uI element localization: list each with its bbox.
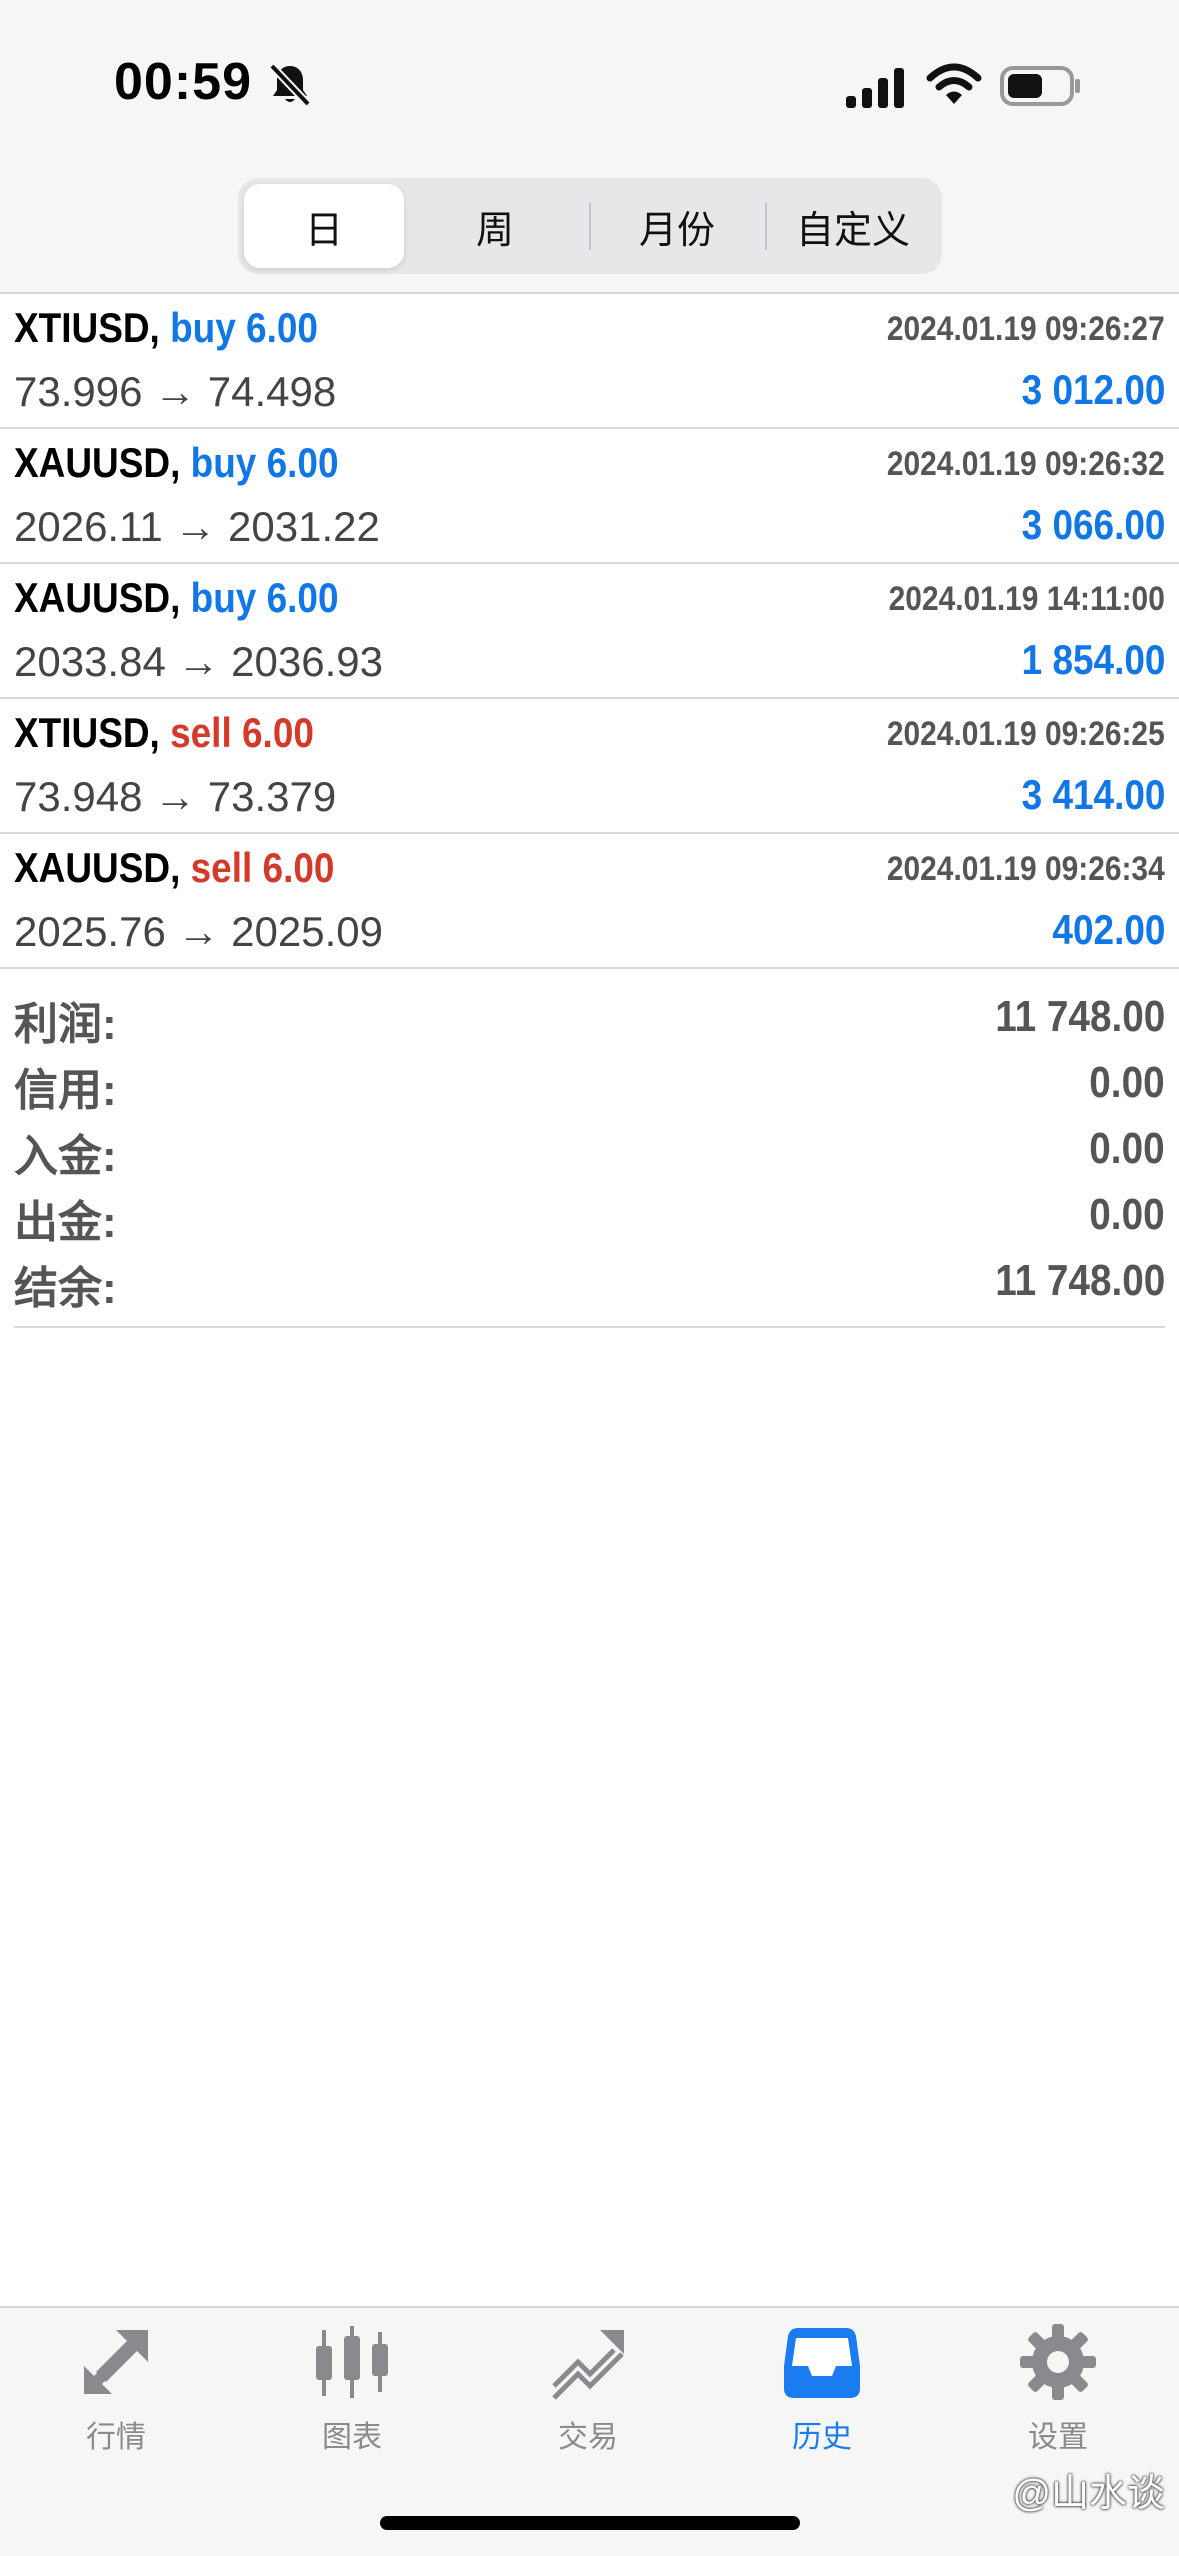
segment-day[interactable]: 日 [244,184,404,268]
period-segmented-control: 日 周 月份 自定义 [238,178,942,274]
summary-value: 11 748.00 [994,1256,1165,1305]
summary-row-profit: 利润: 11 748.00 [14,988,1165,1054]
trade-profit: 3 414.00 [1021,771,1165,818]
summary-label: 信用: [14,1066,117,1115]
tab-trade[interactable]: 交易 [508,2322,668,2472]
account-summary: 利润: 11 748.00 信用: 0.00 入金: 0.00 出金: 0.00… [14,968,1165,1328]
trade-profit: 3 012.00 [1021,366,1165,413]
summary-value: 0.00 [1089,1190,1165,1239]
summary-row-deposit: 入金: 0.00 [14,1120,1165,1186]
segment-month[interactable]: 月份 [594,184,760,268]
tab-settings[interactable]: 设置 [978,2322,1138,2472]
segment-custom[interactable]: 自定义 [770,184,936,268]
trade-row[interactable]: XTIUSD, sell 6.00 2024.01.19 09:26:25 73… [0,699,1179,834]
trade-prices: 2025.76 → 2025.09 [14,908,383,955]
trade-symbol-line: XTIUSD, sell 6.00 [14,709,314,757]
summary-value: 11 748.00 [994,992,1165,1041]
summary-label: 利润: [14,1000,117,1049]
quotes-arrows-icon [84,2330,148,2394]
trade-time: 2024.01.19 09:26:27 [887,310,1165,348]
trade-type: sell 6.00 [170,709,314,756]
trade-row[interactable]: XAUUSD, sell 6.00 2024.01.19 09:26:34 20… [0,834,1179,969]
summary-label: 出金: [14,1198,117,1247]
trade-time: 2024.01.19 09:26:25 [887,715,1165,753]
summary-label: 入金: [14,1132,117,1181]
header: 00:59 日 周 月份 自定义 [0,0,1179,294]
gear-icon [1020,2324,1096,2400]
trade-trend-icon [552,2330,624,2400]
trade-row[interactable]: XAUUSD, buy 6.00 2024.01.19 14:11:00 203… [0,564,1179,699]
trade-symbol: XAUUSD, [14,844,181,891]
trade-time: 2024.01.19 14:11:00 [888,580,1165,618]
trade-symbol: XTIUSD, [14,304,160,351]
trade-prices: 2026.11 → 2031.22 [14,503,380,550]
trade-prices: 73.996 → 74.498 [14,368,337,415]
tab-label: 设置 [1028,2421,1088,2454]
trade-time: 2024.01.19 09:26:32 [887,445,1165,483]
trade-symbol-line: XAUUSD, buy 6.00 [14,439,339,487]
trade-type: buy 6.00 [190,439,339,486]
tab-label: 交易 [558,2421,618,2454]
screen: 00:59 日 周 月份 自定义 XTIUSD, buy 6.00 2024.0… [0,0,1179,2556]
summary-value: 0.00 [1089,1058,1165,1107]
tab-quotes[interactable]: 行情 [36,2322,196,2472]
battery-icon [1000,66,1080,106]
candlestick-chart-icon [316,2326,388,2398]
tab-history[interactable]: 历史 [742,2322,902,2472]
trade-symbol-line: XAUUSD, buy 6.00 [14,574,339,622]
trade-symbol: XAUUSD, [14,439,181,486]
cellular-signal-icon [846,68,904,108]
trade-type: sell 6.00 [190,844,335,891]
tab-label: 图表 [322,2421,382,2454]
tab-charts[interactable]: 图表 [272,2322,432,2472]
trade-row[interactable]: XAUUSD, buy 6.00 2024.01.19 09:26:32 202… [0,429,1179,564]
trade-profit: 402.00 [1051,906,1165,953]
trade-profit: 1 854.00 [1021,636,1165,683]
trade-profit: 3 066.00 [1021,501,1165,548]
bell-muted-icon [269,63,311,107]
trade-type: buy 6.00 [190,574,339,621]
summary-label: 结余: [14,1264,117,1313]
trade-symbol-line: XAUUSD, sell 6.00 [14,844,334,892]
trade-row[interactable]: XTIUSD, buy 6.00 2024.01.19 09:26:27 73.… [0,294,1179,429]
trade-symbol: XAUUSD, [14,574,181,621]
segment-week[interactable]: 周 [410,184,580,268]
home-indicator[interactable] [380,2516,800,2530]
summary-value: 0.00 [1089,1124,1165,1173]
tab-label: 行情 [86,2421,146,2454]
tab-label: 历史 [792,2421,852,2454]
history-inbox-icon [784,2328,860,2398]
wifi-icon [926,63,982,104]
trade-symbol-line: XTIUSD, buy 6.00 [14,304,318,352]
segment-divider [765,202,767,250]
watermark: @山水谈 [1012,2473,1165,2515]
summary-row-balance: 结余: 11 748.00 [14,1252,1165,1318]
trade-prices: 2033.84 → 2036.93 [14,638,383,685]
trade-time: 2024.01.19 09:26:34 [887,850,1165,888]
trade-symbol: XTIUSD, [14,709,160,756]
trade-prices: 73.948 → 73.379 [14,773,337,820]
summary-row-withdrawal: 出金: 0.00 [14,1186,1165,1252]
status-time: 00:59 [114,53,252,111]
segment-divider [589,202,591,250]
trade-type: buy 6.00 [170,304,318,351]
summary-row-credit: 信用: 0.00 [14,1054,1165,1120]
